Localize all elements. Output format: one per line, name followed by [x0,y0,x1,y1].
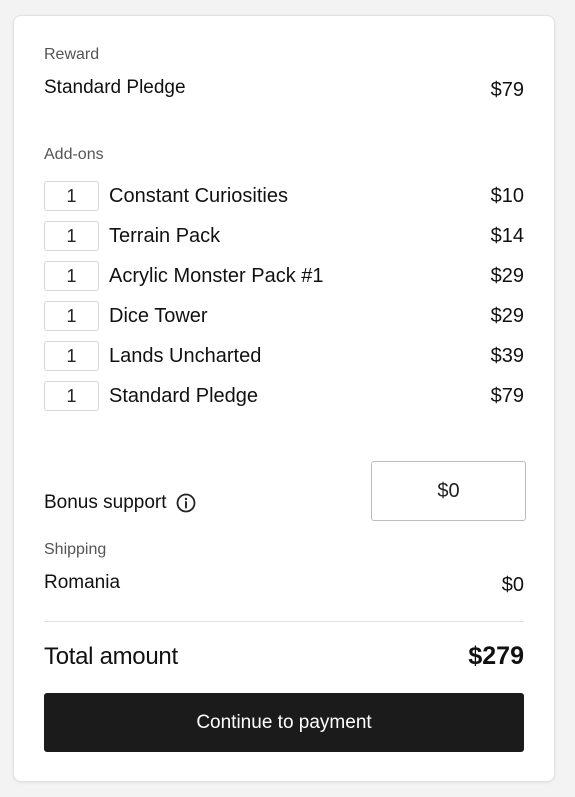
addon-price: $79 [490,384,524,407]
addon-price: $14 [490,224,524,247]
addon-quantity-input[interactable]: 1 [44,261,99,291]
addon-quantity-input[interactable]: 1 [44,381,99,411]
addon-price: $10 [490,184,524,207]
addon-row: 1 Constant Curiosities $10 [44,181,524,211]
divider [44,621,524,622]
addon-row: 1 Dice Tower $29 [44,301,524,331]
addon-row: 1 Lands Uncharted $39 [44,341,524,371]
info-icon[interactable] [176,493,196,513]
bonus-support-row: Bonus support [44,492,196,514]
continue-to-payment-button[interactable]: Continue to payment [44,693,524,752]
addon-name: Dice Tower [109,304,208,327]
addon-price: $29 [490,304,524,327]
addon-name: Lands Uncharted [109,344,262,367]
addon-name: Acrylic Monster Pack #1 [109,264,324,287]
reward-section-label: Reward [44,46,100,63]
shipping-price: $0 [501,574,524,596]
bonus-support-input[interactable]: $0 [371,461,526,521]
addon-quantity-input[interactable]: 1 [44,301,99,331]
addons-section-label: Add-ons [44,146,104,163]
addon-quantity-input[interactable]: 1 [44,221,99,251]
pledge-summary-card: Reward Standard Pledge $79 Add-ons 1 Con… [13,15,555,782]
shipping-section-label: Shipping [44,541,107,558]
reward-name: Standard Pledge [44,77,186,98]
addon-name: Standard Pledge [109,384,259,407]
addon-row: 1 Standard Pledge $79 [44,381,524,411]
addon-row: 1 Acrylic Monster Pack #1 $29 [44,261,524,291]
addon-name: Terrain Pack [109,224,221,247]
addon-price: $29 [490,264,524,287]
total-label: Total amount [44,643,178,670]
total-amount: $279 [468,642,524,670]
addon-name: Constant Curiosities [109,184,288,207]
reward-price: $79 [490,79,524,101]
addon-row: 1 Terrain Pack $14 [44,221,524,251]
addon-quantity-input[interactable]: 1 [44,181,99,211]
addon-quantity-input[interactable]: 1 [44,341,99,371]
shipping-country: Romania [44,572,121,593]
addon-price: $39 [490,344,524,367]
bonus-support-label: Bonus support [44,492,167,513]
